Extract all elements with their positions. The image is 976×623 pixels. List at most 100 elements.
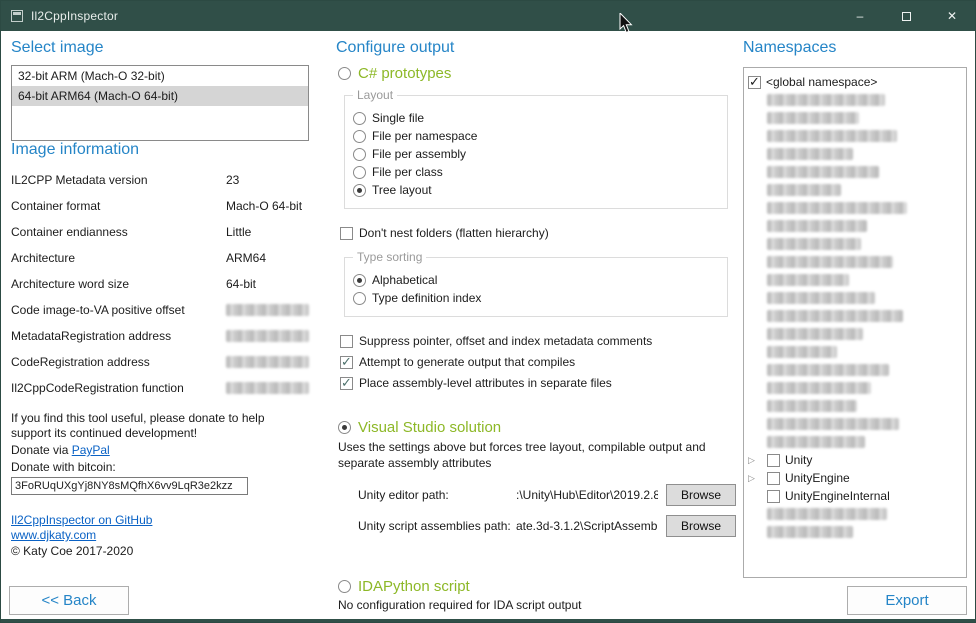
namespace-item[interactable]: [748, 145, 964, 163]
image-list-item[interactable]: 32-bit ARM (Mach-O 32-bit): [12, 66, 308, 86]
close-button[interactable]: ✕: [929, 1, 975, 31]
namespace-label: UnityEngineInternal: [785, 489, 890, 503]
layout-option-radio[interactable]: Single file: [353, 110, 717, 126]
output-option-checkboxes: Suppress pointer, offset and index metad…: [336, 333, 736, 391]
flatten-checkbox[interactable]: Don't nest folders (flatten hierarchy): [340, 225, 736, 241]
layout-option-radio[interactable]: File per assembly: [353, 146, 717, 162]
namespace-item[interactable]: [748, 361, 964, 379]
namespace-item[interactable]: [748, 91, 964, 109]
visual-studio-radio[interactable]: Visual Studio solution: [338, 419, 736, 435]
namespace-item[interactable]: [748, 379, 964, 397]
bitcoin-address-input[interactable]: [11, 477, 248, 495]
redacted-value: [226, 356, 309, 368]
namespace-label: <global namespace>: [766, 75, 877, 89]
namespace-item[interactable]: [748, 235, 964, 253]
output-option-checkbox[interactable]: Place assembly-level attributes in separ…: [340, 375, 736, 391]
namespace-item[interactable]: [748, 433, 964, 451]
output-option-checkbox[interactable]: Attempt to generate output that compiles: [340, 354, 736, 370]
namespace-item[interactable]: <global namespace>: [748, 73, 964, 91]
layout-option-radio[interactable]: File per class: [353, 164, 717, 180]
maximize-button[interactable]: [883, 1, 929, 31]
namespace-item[interactable]: [748, 415, 964, 433]
back-button[interactable]: << Back: [9, 586, 129, 615]
donate-paypal-prefix: Donate via: [11, 443, 72, 457]
donate-paypal-line: Donate via PayPal: [11, 443, 309, 458]
namespace-item[interactable]: [748, 325, 964, 343]
sorting-option-radio[interactable]: Type definition index: [353, 290, 717, 306]
radio-icon: [353, 184, 366, 197]
expander-icon[interactable]: ▷: [748, 469, 762, 487]
namespace-item[interactable]: ▷ UnityEngine: [748, 469, 964, 487]
namespace-item[interactable]: [748, 343, 964, 361]
redacted-namespace: [767, 202, 907, 214]
visual-studio-label: Visual Studio solution: [358, 419, 501, 436]
namespace-item[interactable]: [748, 289, 964, 307]
export-button[interactable]: Export: [847, 586, 967, 615]
radio-icon: [353, 112, 366, 125]
idapython-label: IDAPython script: [358, 578, 470, 595]
redacted-namespace: [767, 274, 849, 286]
output-option-checkbox[interactable]: Suppress pointer, offset and index metad…: [340, 333, 736, 349]
csharp-prototypes-radio[interactable]: C# prototypes: [338, 65, 736, 81]
website-link[interactable]: www.djkaty.com: [11, 528, 96, 542]
redacted-namespace: [767, 310, 903, 322]
namespace-item[interactable]: [748, 523, 964, 541]
unity-editor-path-value[interactable]: :\Unity\Hub\Editor\2019.2.8f1: [516, 488, 658, 502]
checkbox-icon: [340, 227, 353, 240]
info-label: Code image-to-VA positive offset: [11, 303, 226, 317]
checkbox-icon: [340, 335, 353, 348]
option-label: File per class: [372, 165, 443, 179]
namespace-item[interactable]: [748, 163, 964, 181]
browse-editor-button[interactable]: Browse: [666, 484, 736, 506]
namespace-item[interactable]: [748, 397, 964, 415]
select-image-list[interactable]: 32-bit ARM (Mach-O 32-bit)64-bit ARM64 (…: [11, 65, 309, 141]
info-label: Architecture word size: [11, 277, 226, 291]
info-label: CodeRegistration address: [11, 355, 226, 369]
namespace-label: Unity: [785, 453, 812, 467]
redacted-namespace: [767, 256, 893, 268]
radio-icon: [338, 67, 351, 80]
namespace-item[interactable]: [748, 199, 964, 217]
checkbox-icon[interactable]: [767, 454, 780, 467]
idapython-radio[interactable]: IDAPython script: [338, 578, 736, 594]
namespaces-list[interactable]: <global namespace> ▷ Unity ▷ UnityEngine Unit…: [743, 67, 967, 578]
redacted-namespace: [767, 130, 897, 142]
checkbox-label: Attempt to generate output that compiles: [359, 355, 575, 369]
namespace-item[interactable]: [748, 271, 964, 289]
namespace-item[interactable]: UnityEngineInternal: [748, 487, 964, 505]
namespace-item[interactable]: [748, 127, 964, 145]
info-label: Container endianness: [11, 225, 226, 239]
namespace-item[interactable]: [748, 181, 964, 199]
redacted-namespace: [767, 328, 863, 340]
option-label: Single file: [372, 111, 424, 125]
layout-option-radio[interactable]: Tree layout: [353, 182, 717, 198]
checkbox-icon[interactable]: [767, 490, 780, 503]
namespace-item[interactable]: ▷ Unity: [748, 451, 964, 469]
namespace-item[interactable]: [748, 307, 964, 325]
type-sorting-groupbox: Type sorting AlphabeticalType definition…: [344, 257, 728, 317]
image-list-item[interactable]: 64-bit ARM64 (Mach-O 64-bit): [12, 86, 308, 106]
paypal-link[interactable]: PayPal: [72, 443, 110, 457]
browse-assemblies-button[interactable]: Browse: [666, 515, 736, 537]
option-label: File per namespace: [372, 129, 477, 143]
expander-icon[interactable]: ▷: [748, 451, 762, 469]
github-link[interactable]: Il2CppInspector on GitHub: [11, 513, 152, 527]
redacted-namespace: [767, 112, 859, 124]
idapython-description: No configuration required for IDA script…: [338, 598, 736, 612]
info-row: CodeRegistration address: [11, 349, 309, 375]
redacted-namespace: [767, 436, 865, 448]
layout-option-radio[interactable]: File per namespace: [353, 128, 717, 144]
namespace-item[interactable]: [748, 505, 964, 523]
info-label: Architecture: [11, 251, 226, 265]
checkbox-icon[interactable]: [748, 76, 761, 89]
checkbox-icon[interactable]: [767, 472, 780, 485]
redacted-value: [226, 382, 309, 394]
namespace-item[interactable]: [748, 217, 964, 235]
namespace-label: UnityEngine: [785, 471, 850, 485]
minimize-button[interactable]: –: [837, 1, 883, 31]
namespace-item[interactable]: [748, 253, 964, 271]
sorting-option-radio[interactable]: Alphabetical: [353, 272, 717, 288]
type-sorting-group-title: Type sorting: [353, 250, 426, 264]
namespace-item[interactable]: [748, 109, 964, 127]
unity-assemblies-path-value[interactable]: ate.3d-3.1.2\ScriptAssemblies: [516, 519, 658, 533]
